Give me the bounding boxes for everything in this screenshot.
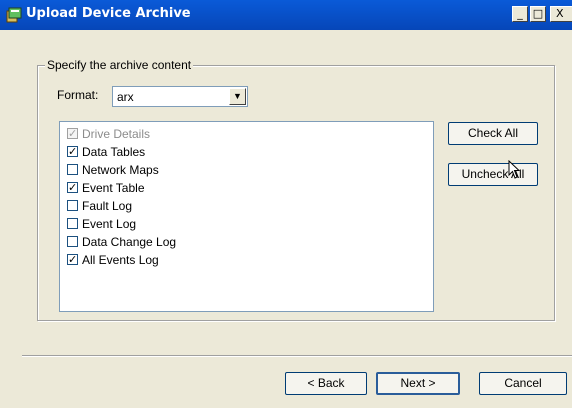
minimize-button[interactable]: _ xyxy=(512,6,528,22)
list-item-label: Network Maps xyxy=(82,163,159,177)
checkbox-icon[interactable] xyxy=(67,218,78,229)
checkbox-icon[interactable]: ✓ xyxy=(67,254,78,265)
checkbox-icon[interactable] xyxy=(67,200,78,211)
list-item-label: All Events Log xyxy=(82,253,159,267)
checkbox-icon[interactable]: ✓ xyxy=(67,182,78,193)
cancel-button[interactable]: Cancel xyxy=(479,372,567,395)
check-all-button[interactable]: Check All xyxy=(448,122,538,145)
back-button[interactable]: < Back xyxy=(285,372,367,395)
checkbox-icon[interactable] xyxy=(67,236,78,247)
checkbox-icon[interactable]: ✓ xyxy=(67,128,78,139)
title-bar[interactable]: Upload Device Archive _ □ X xyxy=(0,0,572,30)
close-button[interactable]: X xyxy=(550,6,572,22)
mouse-cursor-icon xyxy=(508,160,521,179)
footer-separator xyxy=(22,355,572,357)
format-value: arx xyxy=(117,90,134,104)
chevron-down-icon[interactable]: ▼ xyxy=(229,88,246,105)
maximize-button[interactable]: □ xyxy=(530,6,546,22)
list-item-label: Data Change Log xyxy=(82,235,177,249)
window-title: Upload Device Archive xyxy=(26,6,191,21)
checkbox-icon[interactable] xyxy=(67,164,78,175)
next-button[interactable]: Next > xyxy=(376,372,460,395)
archive-content-list[interactable]: ✓ Drive Details ✓ Data Tables Network Ma… xyxy=(59,121,434,312)
upload-archive-icon xyxy=(6,7,22,23)
list-item-label: Fault Log xyxy=(82,199,133,213)
list-item-label: Event Log xyxy=(82,217,137,231)
group-legend: Specify the archive content xyxy=(45,58,194,72)
checkbox-icon[interactable]: ✓ xyxy=(67,146,78,157)
list-item-label: Drive Details xyxy=(82,127,151,141)
list-item-label: Data Tables xyxy=(82,145,146,159)
format-dropdown[interactable]: arx ▼ xyxy=(112,86,248,107)
format-label: Format: xyxy=(57,88,99,102)
uncheck-all-button[interactable]: Uncheck All xyxy=(448,163,538,186)
list-item-label: Event Table xyxy=(82,181,145,195)
